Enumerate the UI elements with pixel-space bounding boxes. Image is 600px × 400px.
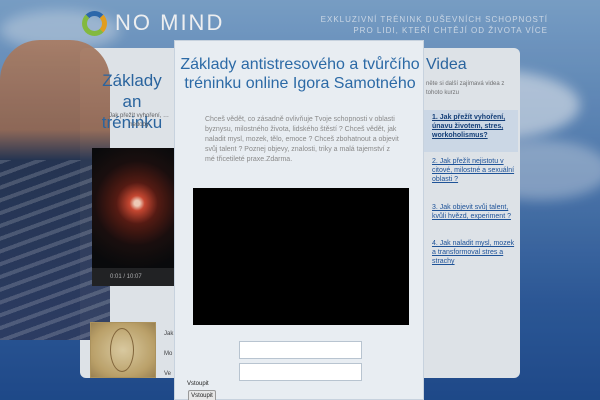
signup-field-2[interactable] bbox=[239, 363, 362, 381]
signup-field-1[interactable] bbox=[239, 341, 362, 359]
login-label: Vstoupit bbox=[187, 381, 209, 387]
signup-modal: Základy antistresového a tvůrčího trénin… bbox=[174, 40, 424, 400]
modal-title: Základy antistresového a tvůrčího trénin… bbox=[180, 56, 420, 92]
modal-description: Chceš vědět, co zásadně ovlivňuje Tvoje … bbox=[205, 116, 399, 163]
modal-video-player[interactable] bbox=[193, 188, 409, 325]
login-button[interactable]: Vstoupit bbox=[188, 390, 216, 400]
